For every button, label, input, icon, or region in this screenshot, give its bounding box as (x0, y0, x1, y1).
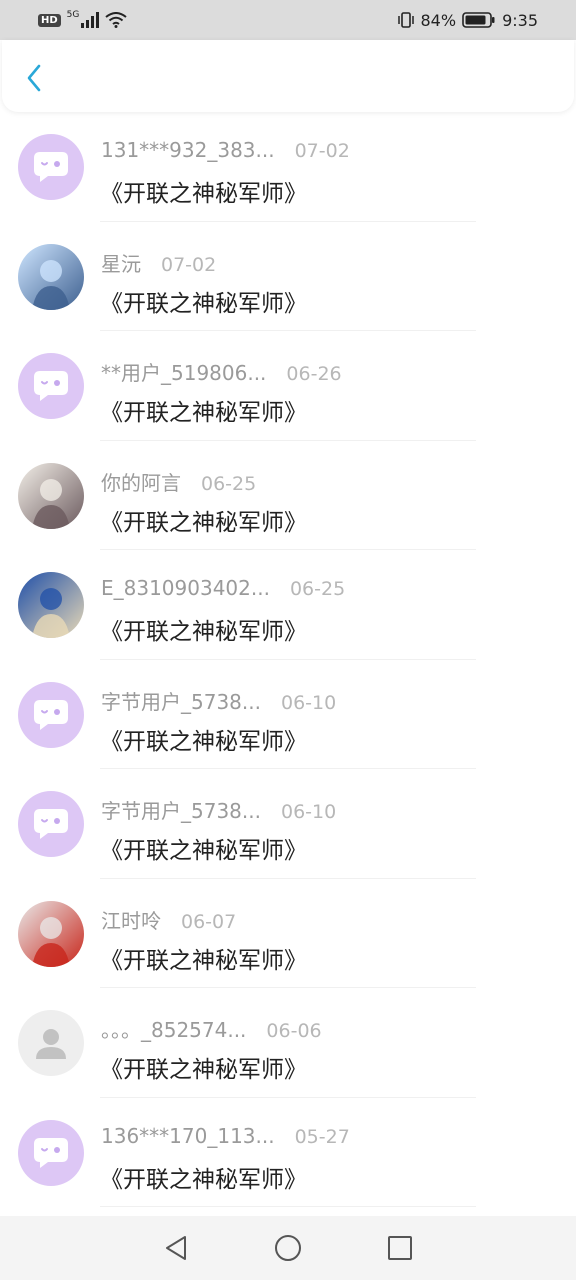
message-list: 131***932_383... 07-02 《开联之神秘军师》 星沅 07-02 《开联… (0, 112, 576, 1207)
date: 06-26 (286, 363, 342, 385)
chevron-left-icon (27, 64, 41, 92)
avatar[interactable] (18, 900, 84, 967)
user-name[interactable]: 136***170_113... (101, 1124, 275, 1148)
list-item[interactable]: 星沅 07-02 《开联之神秘军师》 (0, 222, 576, 331)
avatar[interactable] (18, 243, 84, 310)
avatar[interactable] (18, 134, 84, 200)
date: 06-25 (201, 472, 257, 495)
battery-percent: 84% (420, 10, 457, 30)
signal-type-label: 5G (66, 10, 80, 20)
item-meta: 131***932_383... 07-02 (101, 138, 350, 162)
book-title[interactable]: 《开联之神秘军师》 (100, 612, 307, 646)
list-item[interactable]: **用户_519806... 06-26 《开联之神秘军师》 (0, 331, 576, 441)
book-title[interactable]: 《开联之神秘军师》 (100, 1050, 307, 1084)
date: 06-06 (266, 1020, 322, 1042)
chat-bubble-icon (34, 699, 68, 730)
item-meta: 星沅 07-02 (101, 248, 216, 277)
system-navigation-bar (0, 1216, 576, 1280)
list-item[interactable]: E_8310903402... 06-25 《开联之神秘军师》 (0, 550, 576, 660)
list-item[interactable]: 136***170_113... 05-27 《开联之神秘军师》 (0, 1098, 576, 1207)
avatar[interactable] (18, 1010, 84, 1076)
avatar[interactable] (18, 353, 84, 419)
user-name[interactable]: 字节用户_5738... (101, 795, 261, 824)
book-title[interactable]: 《开联之神秘军师》 (100, 393, 307, 427)
user-name[interactable]: E_8310903402... (101, 576, 270, 600)
status-bar: HD 5G 84% 9:35 (0, 0, 576, 40)
avatar[interactable] (18, 462, 84, 529)
back-triangle-icon (166, 1236, 186, 1260)
item-meta: 你的阿言 06-25 (101, 467, 256, 496)
avatar[interactable] (18, 791, 84, 857)
item-meta: 。。。_852574... 06-06 (101, 1014, 322, 1043)
date: 06-10 (280, 801, 337, 823)
signal-bars-icon (81, 12, 100, 28)
hd-badge: HD (38, 13, 61, 27)
date: 06-25 (289, 578, 346, 600)
user-photo (18, 572, 84, 638)
list-item[interactable]: 131***932_383... 07-02 《开联之神秘军师》 (0, 112, 576, 222)
list-item[interactable]: 你的阿言 06-25 《开联之神秘军师》 (0, 441, 576, 550)
chat-bubble-icon (34, 152, 68, 182)
back-button[interactable] (20, 62, 48, 94)
book-title[interactable]: 《开联之神秘军师》 (100, 831, 307, 865)
top-app-bar (2, 40, 574, 112)
wifi-icon (105, 12, 127, 28)
item-meta: 江时呤 06-07 (101, 905, 236, 934)
user-name[interactable]: **用户_519806... (101, 357, 266, 386)
vibrate-icon (397, 12, 414, 28)
user-name[interactable]: 你的阿言 (101, 467, 181, 496)
item-meta: **用户_519806... 06-26 (101, 357, 342, 386)
chat-bubble-icon (34, 371, 68, 401)
battery-icon (462, 12, 495, 28)
avatar[interactable] (18, 1119, 84, 1186)
divider (100, 1206, 476, 1207)
nav-back-button[interactable] (156, 1228, 196, 1268)
nav-recents-button[interactable] (380, 1228, 420, 1268)
recents-square-icon (388, 1236, 412, 1260)
date: 07-02 (294, 140, 350, 162)
item-meta: E_8310903402... 06-25 (101, 576, 345, 600)
status-left: HD 5G (38, 10, 127, 28)
book-title[interactable]: 《开联之神秘军师》 (100, 284, 307, 318)
list-item[interactable]: 江时呤 06-07 《开联之神秘军师》 (0, 879, 576, 988)
user-name[interactable]: 131***932_383... (101, 138, 275, 162)
list-item[interactable]: 字节用户_5738... 06-10 《开联之神秘军师》 (0, 660, 576, 769)
book-title[interactable]: 《开联之神秘军师》 (100, 174, 307, 208)
clock: 9:35 (502, 10, 538, 30)
book-title[interactable]: 《开联之神秘军师》 (100, 503, 307, 537)
user-name[interactable]: 字节用户_5738... (101, 686, 261, 715)
date: 06-07 (181, 910, 237, 933)
date: 05-27 (294, 1125, 350, 1148)
avatar[interactable] (18, 681, 84, 748)
avatar[interactable] (18, 572, 84, 638)
user-name[interactable]: 。。。_852574... (101, 1014, 246, 1043)
person-icon (36, 1029, 66, 1059)
status-right: 84% 9:35 (397, 10, 538, 30)
item-meta: 字节用户_5738... 06-10 (101, 795, 336, 824)
home-circle-icon (275, 1235, 301, 1261)
user-photo (18, 900, 84, 967)
book-title[interactable]: 《开联之神秘军师》 (100, 941, 307, 975)
book-title[interactable]: 《开联之神秘军师》 (100, 1160, 307, 1194)
user-name[interactable]: 星沅 (101, 248, 141, 277)
item-meta: 字节用户_5738... 06-10 (101, 686, 336, 715)
chat-bubble-icon (34, 1137, 68, 1168)
chat-bubble-icon (34, 809, 68, 839)
user-name[interactable]: 江时呤 (101, 905, 161, 934)
user-photo (18, 243, 84, 310)
list-item[interactable]: 。。。_852574... 06-06 《开联之神秘军师》 (0, 988, 576, 1098)
list-item[interactable]: 字节用户_5738... 06-10 《开联之神秘军师》 (0, 769, 576, 879)
date: 07-02 (161, 253, 217, 276)
date: 06-10 (280, 691, 337, 714)
item-meta: 136***170_113... 05-27 (101, 1124, 350, 1148)
user-photo (18, 462, 84, 529)
nav-home-button[interactable] (268, 1228, 308, 1268)
book-title[interactable]: 《开联之神秘军师》 (100, 722, 307, 756)
